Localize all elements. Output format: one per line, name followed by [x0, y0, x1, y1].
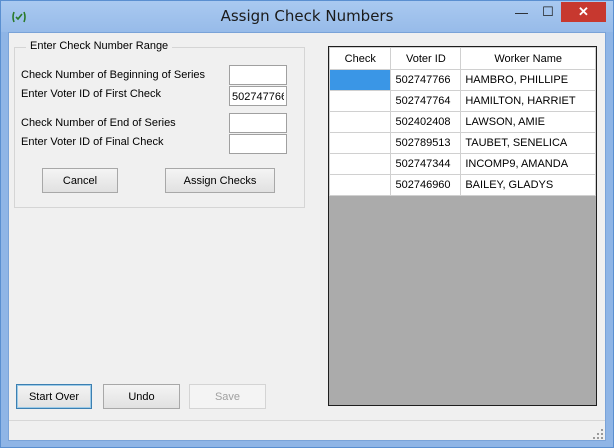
- grid-header-row: Check Voter ID Worker Name: [329, 47, 596, 70]
- table-row[interactable]: 502402408 LAWSON, AMIE: [329, 111, 596, 133]
- check-cell[interactable]: [329, 111, 392, 133]
- check-cell[interactable]: [329, 69, 392, 91]
- worker-name-cell[interactable]: INCOMP9, AMANDA: [460, 153, 596, 175]
- table-row[interactable]: 502789513 TAUBET, SENELICA: [329, 132, 596, 154]
- end-check-input[interactable]: [229, 113, 287, 133]
- assign-check-numbers-window: Assign Check Numbers — ☐ ✕ Enter Check N…: [0, 0, 614, 448]
- voter-id-cell[interactable]: 502747764: [390, 90, 462, 112]
- title-bar[interactable]: Assign Check Numbers — ☐ ✕: [1, 1, 613, 32]
- resize-grip-icon[interactable]: [593, 429, 603, 439]
- worker-name-cell[interactable]: HAMILTON, HARRIET: [460, 90, 596, 112]
- first-voter-input[interactable]: [229, 86, 287, 106]
- begin-check-label: Check Number of Beginning of Series: [21, 69, 206, 81]
- table-row[interactable]: 502747344 INCOMP9, AMANDA: [329, 153, 596, 175]
- check-range-group: Enter Check Number Range Check Number of…: [14, 40, 305, 208]
- cancel-button[interactable]: Cancel: [42, 168, 118, 193]
- table-row[interactable]: 502747766 HAMBRO, PHILLIPE: [329, 69, 596, 91]
- table-row[interactable]: 502747764 HAMILTON, HARRIET: [329, 90, 596, 112]
- check-cell[interactable]: [329, 153, 392, 175]
- check-range-legend: Enter Check Number Range: [26, 40, 173, 52]
- check-cell[interactable]: [329, 90, 392, 112]
- column-header-worker-name[interactable]: Worker Name: [460, 47, 596, 70]
- assign-checks-button[interactable]: Assign Checks: [165, 168, 275, 193]
- worker-name-cell[interactable]: TAUBET, SENELICA: [460, 132, 596, 154]
- first-voter-label: Enter Voter ID of First Check: [21, 88, 161, 100]
- voter-id-cell[interactable]: 502747766: [390, 69, 462, 91]
- final-voter-label: Enter Voter ID of Final Check: [21, 136, 164, 148]
- table-row[interactable]: 502746960 BAILEY, GLADYS: [329, 174, 596, 196]
- client-area: Enter Check Number Range Check Number of…: [8, 32, 606, 441]
- check-cell[interactable]: [329, 174, 392, 196]
- save-button[interactable]: Save: [189, 384, 266, 409]
- final-voter-input[interactable]: [229, 134, 287, 154]
- start-over-button[interactable]: Start Over: [16, 384, 92, 409]
- check-cell[interactable]: [329, 132, 392, 154]
- voter-id-cell[interactable]: 502789513: [390, 132, 462, 154]
- voter-id-cell[interactable]: 502747344: [390, 153, 462, 175]
- voter-id-cell[interactable]: 502402408: [390, 111, 462, 133]
- close-button[interactable]: ✕: [561, 2, 606, 22]
- voter-id-cell[interactable]: 502746960: [390, 174, 462, 196]
- column-header-voter-id[interactable]: Voter ID: [390, 47, 462, 70]
- maximize-button[interactable]: ☐: [535, 2, 561, 22]
- worker-name-cell[interactable]: BAILEY, GLADYS: [460, 174, 596, 196]
- worker-name-cell[interactable]: HAMBRO, PHILLIPE: [460, 69, 596, 91]
- workers-table: Check Voter ID Worker Name 502747766 HAM…: [329, 47, 596, 196]
- status-bar: [9, 420, 605, 441]
- undo-button[interactable]: Undo: [103, 384, 180, 409]
- worker-name-cell[interactable]: LAWSON, AMIE: [460, 111, 596, 133]
- begin-check-input[interactable]: [229, 65, 287, 85]
- minimize-button[interactable]: —: [508, 2, 535, 22]
- column-header-check[interactable]: Check: [329, 47, 392, 70]
- end-check-label: Check Number of End of Series: [21, 117, 176, 129]
- workers-grid[interactable]: Check Voter ID Worker Name 502747766 HAM…: [328, 46, 597, 406]
